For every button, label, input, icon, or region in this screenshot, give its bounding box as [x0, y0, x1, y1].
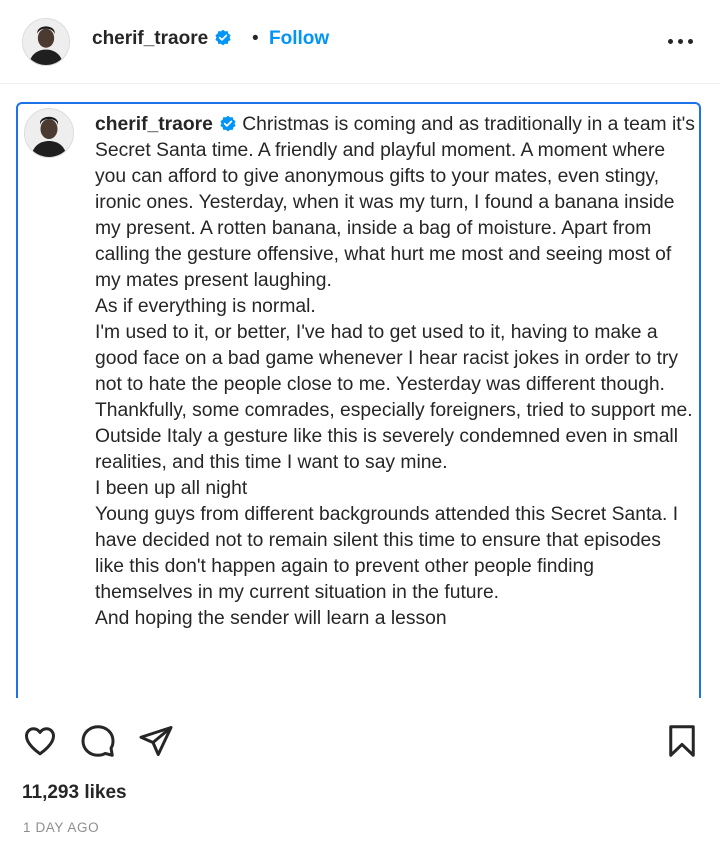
action-bar: [0, 720, 720, 764]
username-link[interactable]: cherif_traore: [92, 28, 232, 50]
avatar[interactable]: [22, 18, 70, 66]
caption-text-block: cherif_traore Christmas is coming and as…: [95, 112, 695, 632]
profile-photo: [23, 19, 69, 65]
likes-count[interactable]: 11,293 likes: [22, 782, 127, 804]
bookmark-icon[interactable]: [664, 723, 700, 759]
caption-body: Christmas is coming and as traditionally…: [95, 114, 695, 629]
profile-photo: [25, 109, 73, 157]
comment-bubble-icon[interactable]: [80, 723, 116, 759]
avatar[interactable]: [24, 108, 74, 158]
separator-dot: •: [252, 28, 259, 49]
post-header: cherif_traore • Follow: [0, 0, 720, 84]
post-timestamp[interactable]: 1 DAY AGO: [23, 820, 99, 835]
username-text: cherif_traore: [92, 28, 209, 49]
verified-badge-icon: [219, 115, 237, 133]
heart-icon[interactable]: [22, 723, 58, 759]
caption-panel[interactable]: cherif_traore Christmas is coming and as…: [16, 102, 701, 698]
paper-plane-icon[interactable]: [138, 723, 174, 759]
more-options-icon[interactable]: [664, 26, 698, 56]
caption-username[interactable]: cherif_traore: [95, 114, 213, 135]
verified-badge-icon: [214, 29, 232, 47]
follow-button[interactable]: Follow: [269, 28, 329, 50]
